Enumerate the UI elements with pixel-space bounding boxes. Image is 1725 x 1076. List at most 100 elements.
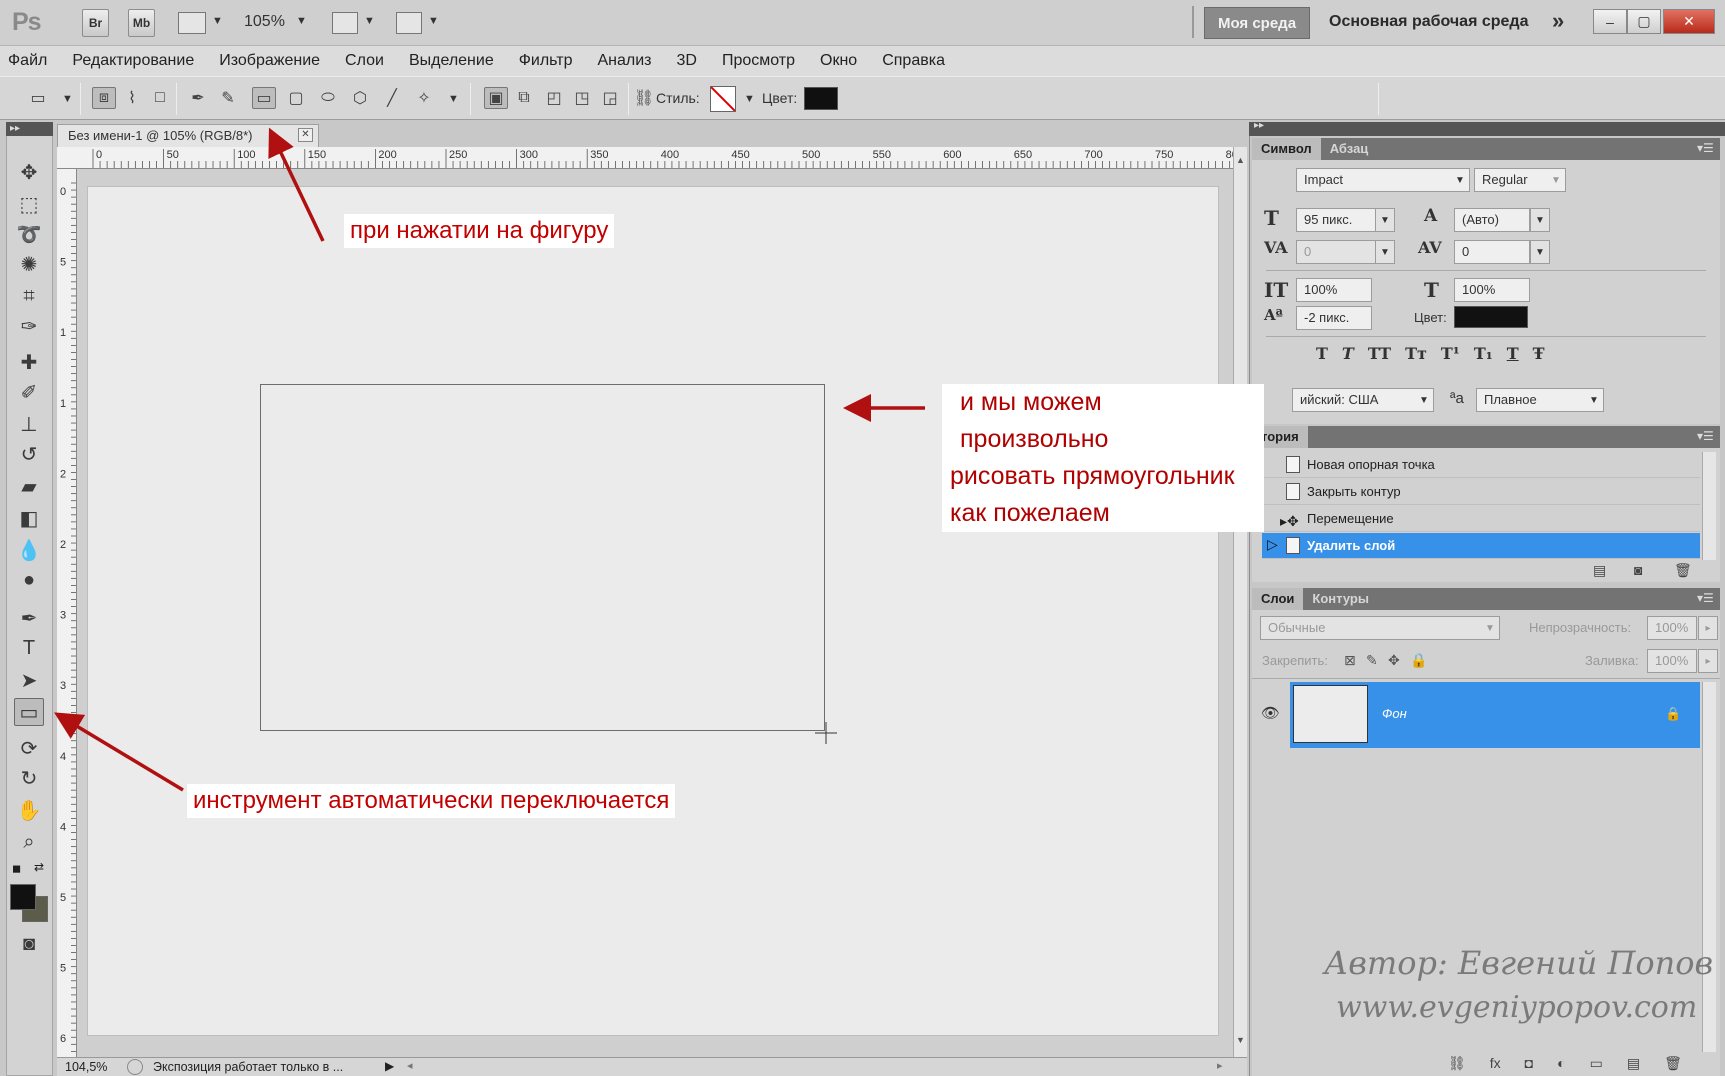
font-size-field[interactable]: 95 пикс. [1296,208,1376,232]
chevron-down-icon[interactable]: ▼ [428,15,439,27]
arrange-documents-icon[interactable] [332,12,358,34]
vertical-scrollbar[interactable]: ▲ ▼ [1233,147,1247,1057]
history-item[interactable]: Новая опорная точка [1262,452,1700,478]
more-workspaces-icon[interactable]: » [1552,8,1564,34]
view-extras-icon[interactable] [178,12,206,34]
chevron-down-icon[interactable]: ▼ [448,93,459,105]
history-item-active[interactable]: Удалить слой [1262,533,1700,559]
exclude-shape-icon[interactable]: ◲ [598,87,622,109]
chevron-down-icon[interactable]: ▼ [364,15,375,27]
healing-brush-tool-icon[interactable]: ✚ [14,348,44,376]
chevron-down-icon[interactable]: ▼ [1375,240,1395,264]
restore-button[interactable]: ▢ [1627,9,1661,34]
lock-pixels-icon[interactable]: ✎ [1366,652,1378,669]
tracking-field[interactable]: 0 [1454,240,1530,264]
new-document-from-state-icon[interactable]: ▤ [1593,562,1606,579]
move-tool-icon[interactable]: ✥ [14,158,44,186]
new-layer-icon[interactable]: ▤ [1627,1055,1640,1072]
subscript-button[interactable]: T₁ [1474,344,1493,363]
menu-window[interactable]: Окно [820,52,857,70]
panel-menu-icon[interactable]: ▾☰ [1697,591,1714,605]
snapshot-icon[interactable]: ◙ [1634,562,1642,578]
layer-style-icon[interactable]: fx [1490,1055,1501,1072]
chevron-down-icon[interactable]: ▼ [212,15,223,27]
document-tab[interactable]: Без имени-1 @ 105% (RGB/8*) [57,124,319,147]
opacity-field[interactable]: 100% [1647,616,1697,640]
blend-mode-select[interactable]: Обычные [1260,616,1500,640]
vertical-scale-field[interactable]: 100% [1296,278,1372,302]
menu-3d[interactable]: 3D [676,52,696,70]
menu-image[interactable]: Изображение [219,52,320,70]
fill-field[interactable]: 100% [1647,649,1697,673]
layer-thumbnail[interactable] [1293,685,1368,743]
dodge-tool-icon[interactable]: ● [14,566,44,594]
tab-character[interactable]: Символ [1252,138,1321,160]
fill-pixels-icon[interactable]: □ [148,87,172,109]
paths-icon[interactable]: ⌇ [120,87,144,109]
marquee-tool-icon[interactable]: ⬚ [14,190,44,218]
minibridge-button[interactable]: Mb [128,9,155,37]
chevron-down-icon[interactable]: ▼ [1414,388,1434,412]
menu-layers[interactable]: Слои [345,52,384,70]
subtract-shape-icon[interactable]: ◰ [542,87,566,109]
freeform-pen-icon[interactable]: ✎ [216,87,240,109]
eye-visibility-icon[interactable]: 👁 [1261,704,1280,722]
intersect-shape-icon[interactable]: ◳ [570,87,594,109]
trash-icon[interactable]: 🗑 [1674,562,1692,579]
pen-icon[interactable]: ✒ [186,87,210,109]
default-colors-icon[interactable]: ◼ [12,862,21,875]
tab-paths[interactable]: Контуры [1303,588,1378,610]
screen-mode-icon[interactable] [396,12,422,34]
menu-select[interactable]: Выделение [409,52,494,70]
adjustment-layer-icon[interactable]: ◐ [1557,1055,1565,1072]
history-brush-source-icon[interactable]: ▷ [1267,536,1278,553]
scroll-left-icon[interactable]: ◂ [407,1059,413,1072]
rounded-rectangle-icon[interactable]: ▢ [284,87,308,109]
line-icon[interactable]: ╱ [380,87,404,109]
eyedropper-tool-icon[interactable]: ✑ [14,312,44,340]
new-group-icon[interactable]: ▭ [1590,1055,1603,1072]
history-brush-tool-icon[interactable]: ↺ [14,440,44,468]
menu-edit[interactable]: Редактирование [72,52,194,70]
eraser-tool-icon[interactable]: ▰ [14,472,44,500]
menu-file[interactable]: Файл [8,52,47,70]
add-shape-icon[interactable]: ⧉ [512,87,536,109]
polygon-icon[interactable]: ⬡ [348,87,372,109]
scroll-up-icon[interactable]: ▲ [1236,155,1245,165]
scroll-down-icon[interactable]: ▼ [1236,1035,1245,1045]
hand-tool-icon[interactable]: ✋ [14,796,44,824]
shape-layers-icon[interactable]: ⧈ [92,87,116,109]
drawn-rectangle-path[interactable] [260,384,825,731]
lock-transparency-icon[interactable]: ⊠ [1344,652,1356,669]
status-menu-arrow-icon[interactable]: ▶ [385,1059,394,1073]
close-icon[interactable]: ✕ [298,128,313,142]
custom-shape-icon[interactable]: ✧ [412,87,436,109]
pen-tool-icon[interactable]: ✒ [14,604,44,632]
quick-mask-icon[interactable]: ◙ [14,930,44,958]
chevron-down-icon[interactable]: ▼ [1530,240,1550,264]
path-selection-tool-icon[interactable]: ➤ [14,666,44,694]
chevron-down-icon[interactable]: ▼ [1375,208,1395,232]
toolbox-collapse-icon[interactable]: ▸▸ [6,122,53,136]
minimize-button[interactable]: – [1593,9,1627,34]
close-button[interactable]: ✕ [1663,9,1715,34]
text-color-swatch[interactable] [1454,306,1528,328]
panel-menu-icon[interactable]: ▾☰ [1697,141,1714,155]
font-family-select[interactable]: Impact [1296,168,1470,192]
leading-field[interactable]: (Авто) [1454,208,1530,232]
brush-tool-icon[interactable]: ✐ [14,378,44,406]
strikethrough-button[interactable]: Ŧ [1533,344,1545,363]
workspace-my-button[interactable]: Моя среда [1204,7,1310,39]
lasso-tool-icon[interactable]: ➰ [14,220,44,248]
zoom-tool-icon[interactable]: ⌕ [14,828,44,856]
chevron-down-icon[interactable]: ▼ [1450,168,1470,192]
new-shape-layer-icon[interactable]: ▣ [484,87,508,109]
3d-orbit-tool-icon[interactable]: ↻ [14,764,44,792]
rectangle-shape-icon[interactable]: ▭ [252,87,276,109]
chevron-down-icon[interactable]: ▼ [1530,208,1550,232]
tool-preset-icon[interactable]: ▭ [26,87,50,109]
faux-bold-button[interactable]: T [1316,344,1328,363]
all-caps-button[interactable]: TT [1368,344,1391,363]
history-scrollbar[interactable] [1702,452,1716,560]
chevron-right-icon[interactable]: ▸ [1698,616,1718,640]
